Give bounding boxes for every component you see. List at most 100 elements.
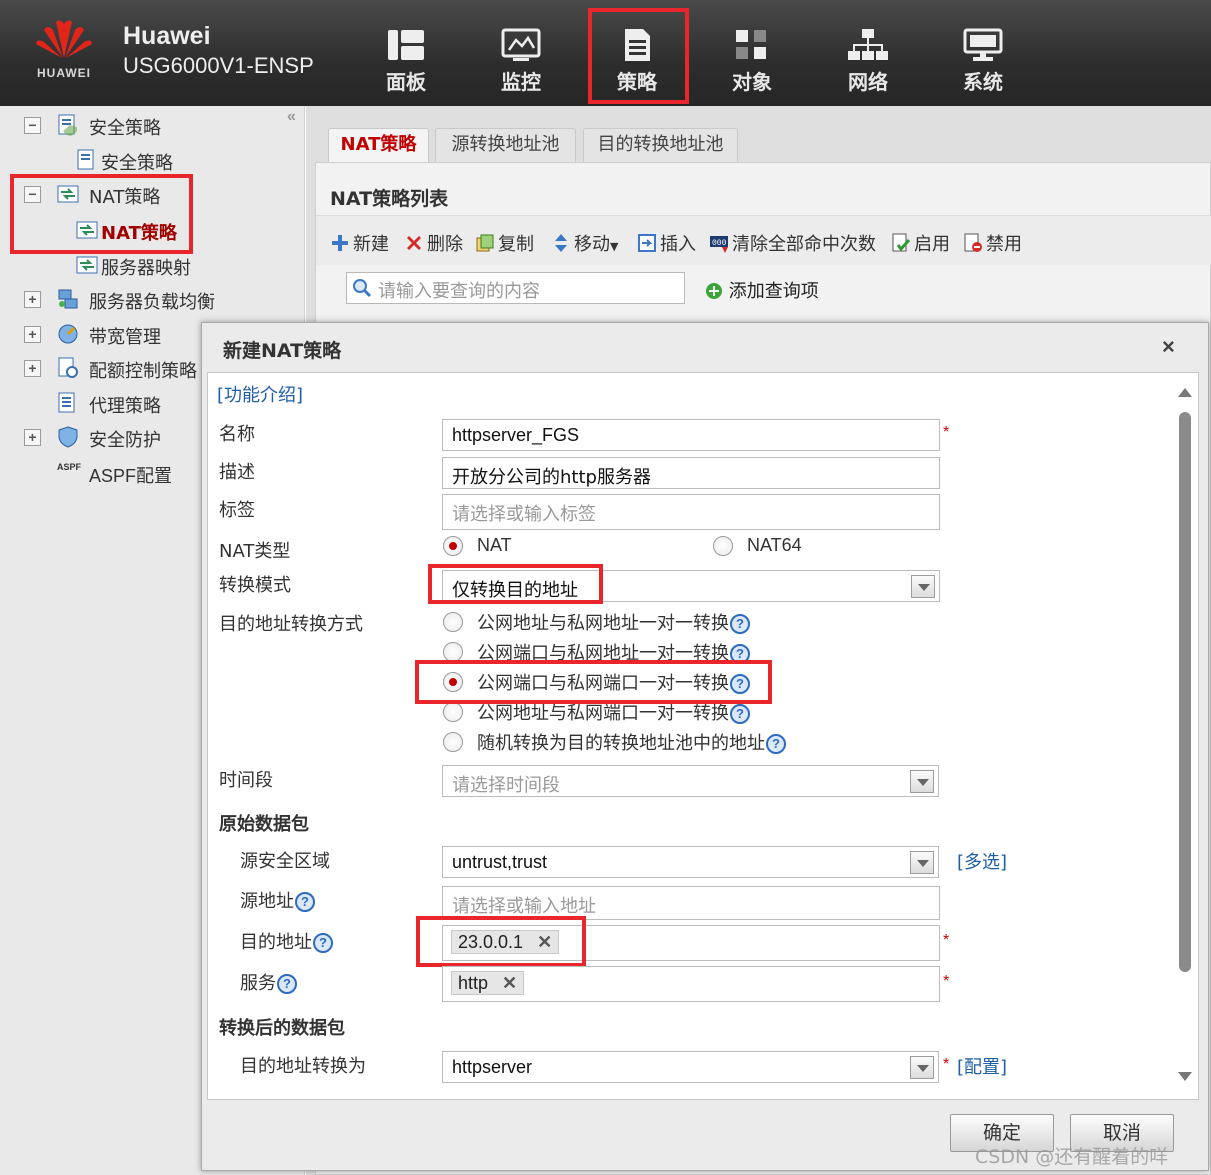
- help-icon[interactable]: ?: [313, 933, 333, 953]
- method-option-1: 公网地址与私网地址一对一转换?: [477, 609, 750, 635]
- source-zone-select[interactable]: untrust,trust: [442, 846, 939, 878]
- feature-intro-link[interactable]: [功能介绍]: [217, 381, 303, 407]
- expand-toggle[interactable]: +: [24, 326, 41, 343]
- scroll-up-arrow-icon[interactable]: [1178, 388, 1192, 397]
- copy-button[interactable]: 复制: [475, 230, 534, 255]
- highlight-box-nat-tree: [10, 174, 193, 254]
- nav-label: 系统: [963, 70, 1003, 94]
- chevron-down-icon[interactable]: [910, 770, 934, 793]
- nav-label: 面板: [386, 70, 426, 94]
- name-field[interactable]: httpserver_FGS: [442, 419, 940, 451]
- toolbar-label: 清除全部命中次数: [732, 234, 876, 255]
- dialog-scrollbar[interactable]: [1176, 382, 1194, 1090]
- nav-system[interactable]: 系统: [943, 28, 1023, 95]
- desc-label: 描述: [219, 462, 255, 483]
- close-icon[interactable]: ×: [1162, 334, 1175, 360]
- enable-button[interactable]: 启用: [891, 230, 950, 255]
- toolbar-label: 启用: [914, 234, 950, 255]
- chevron-down-icon[interactable]: [911, 575, 935, 598]
- toolbar-label: 插入: [660, 234, 696, 255]
- collapse-sidebar-button[interactable]: «: [287, 108, 296, 126]
- name-label: 名称: [219, 424, 255, 445]
- tab-nat-policy[interactable]: NAT策略: [328, 128, 429, 162]
- toolbar-label: 禁用: [986, 234, 1022, 255]
- tab-source-pool[interactable]: 源转换地址池: [435, 128, 576, 162]
- sidebar-item-server-load-balance[interactable]: + 服务器负载均衡: [24, 288, 284, 314]
- sidebar-item-label: 服务器映射: [101, 258, 191, 279]
- method-radio-4[interactable]: [443, 702, 463, 722]
- description-field[interactable]: 开放分公司的http服务器: [442, 457, 940, 489]
- dst-addr-label: 目的地址?: [240, 928, 333, 954]
- help-icon[interactable]: ?: [277, 974, 297, 994]
- tab-destination-pool[interactable]: 目的转换地址池: [583, 128, 738, 162]
- nav-monitor[interactable]: 监控: [481, 28, 561, 95]
- collapse-toggle[interactable]: −: [24, 117, 41, 134]
- nat-type-radio-nat[interactable]: [443, 536, 463, 556]
- chevron-down-icon[interactable]: [910, 851, 934, 874]
- time-range-select[interactable]: 请选择时间段: [442, 765, 939, 797]
- sidebar-item-label: 服务器负载均衡: [89, 292, 215, 313]
- destination-translate-select[interactable]: httpserver: [442, 1051, 939, 1083]
- method-radio-5[interactable]: [443, 732, 463, 752]
- nav-label: 对象: [732, 70, 772, 94]
- enable-icon: [892, 233, 911, 252]
- search-input[interactable]: 请输入要查询的内容: [346, 272, 685, 304]
- proxy-policy-icon: [58, 392, 75, 413]
- move-arrows-icon: [555, 234, 567, 252]
- method-radio-1[interactable]: [443, 612, 463, 632]
- help-icon[interactable]: ?: [766, 734, 786, 754]
- add-query-button[interactable]: 添加查询项: [705, 277, 819, 303]
- required-marker: *: [943, 424, 950, 441]
- help-icon[interactable]: ?: [730, 704, 750, 724]
- aspf-icon: ASPF: [57, 462, 82, 472]
- multi-select-link[interactable]: [多选]: [957, 848, 1007, 874]
- radio-label: 公网地址与私网地址一对一转换: [477, 613, 729, 634]
- remove-chip-icon[interactable]: ✕: [502, 973, 517, 993]
- method-radio-2[interactable]: [443, 642, 463, 662]
- bandwidth-icon: [58, 324, 78, 344]
- add-plus-icon: [332, 235, 348, 251]
- watermark: CSDN @还有醒着的咩: [975, 1146, 1169, 1168]
- nav-object[interactable]: 对象: [712, 28, 792, 95]
- time-label: 时间段: [219, 770, 273, 791]
- insert-icon: [638, 234, 656, 252]
- network-icon: [848, 29, 888, 60]
- delete-x-icon: [407, 236, 421, 250]
- delete-button[interactable]: 删除: [404, 230, 463, 255]
- nav-dashboard[interactable]: 面板: [366, 28, 446, 95]
- disable-button[interactable]: 禁用: [963, 230, 1022, 255]
- label-text: 目的地址: [240, 932, 312, 953]
- move-dropdown-button[interactable]: 移动▼: [551, 230, 618, 255]
- config-link[interactable]: [配置]: [957, 1053, 1007, 1079]
- source-address-input[interactable]: 请选择或输入地址: [442, 886, 940, 920]
- security-policy-icon: [58, 114, 77, 136]
- nav-label: 网络: [848, 70, 888, 94]
- service-label: 服务?: [240, 969, 297, 995]
- expand-toggle[interactable]: +: [24, 429, 41, 446]
- nat-type-radio-nat64[interactable]: [713, 536, 733, 556]
- selected-value: untrust,trust: [452, 852, 548, 872]
- sidebar-item-label: ASPF配置: [89, 466, 173, 486]
- tag-input[interactable]: 请选择或输入标签: [442, 494, 940, 530]
- scroll-thumb[interactable]: [1179, 412, 1191, 972]
- expand-toggle[interactable]: +: [24, 291, 41, 308]
- expand-toggle[interactable]: +: [24, 360, 41, 377]
- new-button[interactable]: 新建: [330, 230, 389, 255]
- translated-packet-heading: 转换后的数据包: [219, 1018, 345, 1039]
- label-text: 源地址: [240, 891, 294, 912]
- clear-hits-button[interactable]: 000 清除全部命中次数: [709, 230, 876, 255]
- sidebar-item-security-policy[interactable]: − 安全策略: [24, 114, 284, 140]
- insert-button[interactable]: 插入: [637, 230, 696, 255]
- server-load-balance-icon: [58, 289, 78, 309]
- highlight-box-dst-addr: [416, 916, 586, 967]
- scroll-down-arrow-icon[interactable]: [1178, 1072, 1192, 1081]
- sidebar-item-label: 安全防护: [89, 430, 161, 451]
- chip-text: http: [458, 973, 489, 993]
- nav-network[interactable]: 网络: [828, 28, 908, 95]
- help-icon[interactable]: ?: [295, 892, 315, 912]
- chevron-down-icon[interactable]: [910, 1056, 934, 1079]
- service-chip: http ✕: [451, 971, 525, 995]
- help-icon[interactable]: ?: [730, 614, 750, 634]
- sidebar-subitem-server-mapping[interactable]: 服务器映射: [76, 254, 276, 280]
- sidebar-subitem-security-policy[interactable]: 安全策略: [76, 149, 276, 175]
